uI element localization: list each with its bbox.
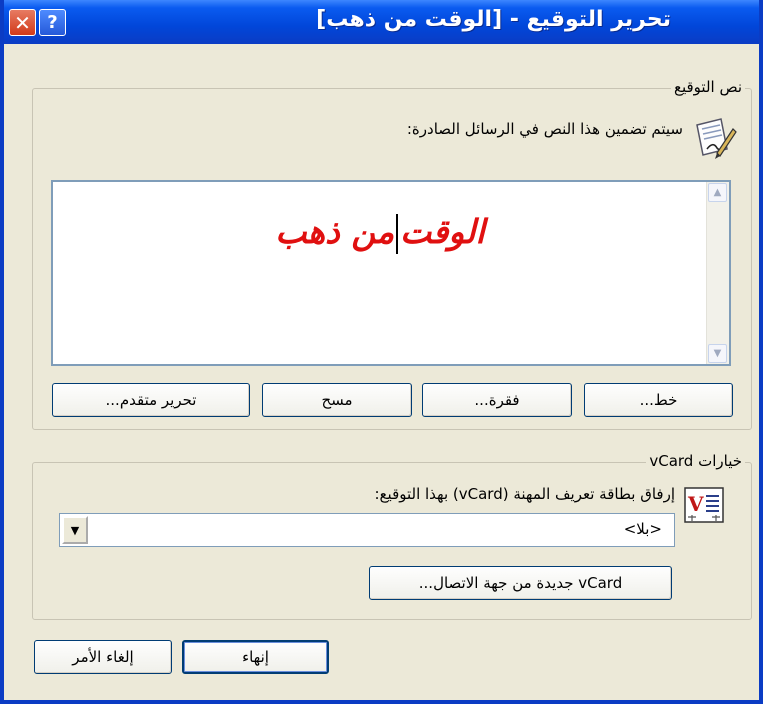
scroll-up-icon[interactable]: ▲ — [708, 183, 727, 202]
title-bar[interactable]: تحرير التوقيع - [الوقت من ذهب] ? ✕ — [4, 0, 759, 44]
signature-text: الوقتمن ذهب — [53, 212, 707, 254]
advanced-edit-button[interactable]: تحرير متقدم... — [52, 383, 250, 417]
window-title: تحرير التوقيع - [الوقت من ذهب] — [316, 7, 671, 32]
help-button[interactable]: ? — [39, 9, 66, 36]
vcard-group-label: خيارات vCard — [646, 452, 745, 470]
signature-dialog: تحرير التوقيع - [الوقت من ذهب] ? ✕ نص ال… — [0, 0, 763, 704]
vcard-selected-value: <بلا> — [623, 520, 662, 538]
font-button[interactable]: خط... — [584, 383, 733, 417]
signature-description: سيتم تضمين هذا النص في الرسائل الصادرة: — [406, 120, 683, 138]
signature-pen-icon — [691, 115, 737, 161]
cancel-button[interactable]: إلغاء الأمر — [34, 640, 172, 674]
editor-scrollbar[interactable]: ▲ ▼ — [706, 182, 729, 364]
scroll-down-icon[interactable]: ▼ — [708, 344, 727, 363]
clear-button[interactable]: مسح — [262, 383, 412, 417]
vcard-attach-label: إرفاق بطاقة تعريف المهنة (vCard) بهذا ال… — [374, 485, 676, 503]
new-vcard-from-contact-button[interactable]: vCard جديدة من جهة الاتصال... — [369, 566, 672, 600]
signature-group-label: نص التوقيع — [670, 78, 745, 96]
signature-text-editor[interactable]: الوقتمن ذهب ▲ ▼ — [51, 180, 731, 366]
paragraph-button[interactable]: فقرة... — [422, 383, 572, 417]
text-caret — [396, 214, 399, 254]
signature-text-word2: من ذهب — [275, 212, 395, 251]
chevron-down-icon[interactable]: ▼ — [62, 516, 88, 544]
svg-text:V: V — [687, 492, 704, 516]
vcard-icon: V — [684, 487, 724, 525]
finish-button[interactable]: إنهاء — [182, 640, 329, 674]
signature-text-word1: الوقت — [400, 212, 485, 251]
vcard-select[interactable]: <بلا> ▼ — [59, 513, 675, 547]
close-button[interactable]: ✕ — [9, 9, 36, 36]
